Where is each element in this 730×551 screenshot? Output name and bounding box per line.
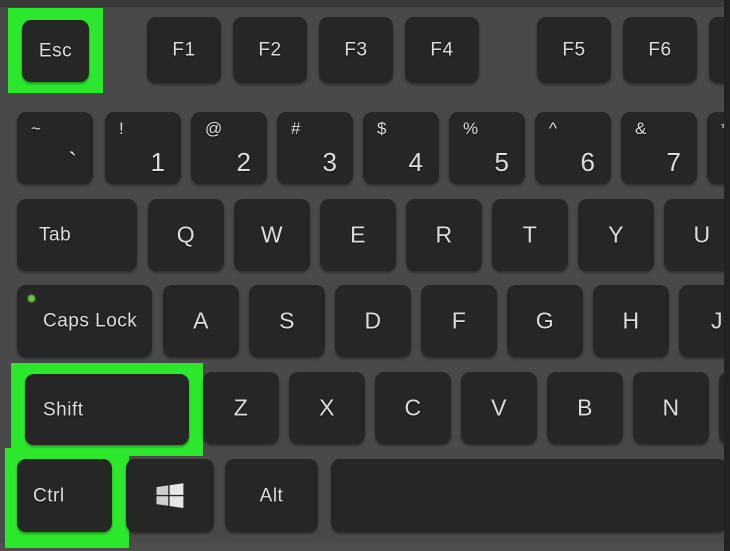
key-4-symbol: $ [377,119,387,138]
key-f3-label: F3 [344,39,368,61]
key-d-label: D [364,307,382,334]
key-e-label: E [350,221,366,248]
key-alt[interactable]: Alt [225,459,318,532]
key-3-number: 3 [322,147,337,177]
key-f5-label: F5 [562,39,586,61]
key-b-label: B [577,394,593,421]
keyboard-screenshot: Esc F1 F2 F3 F4 F5 F6 F 7 ~ ` ! 1 @ 2 # 3… [0,0,730,551]
caps-lock-led-icon [28,295,35,302]
key-q[interactable]: Q [148,199,224,271]
key-r-label: R [435,221,453,248]
key-j-label: J [711,307,723,334]
key-f4[interactable]: F4 [405,17,479,83]
key-backtick[interactable]: ~ ` [17,112,93,184]
key-1[interactable]: ! 1 [105,112,181,184]
key-u-label: U [693,221,711,248]
key-z-label: Z [233,394,249,421]
key-v[interactable]: V [461,372,537,444]
key-t-label: T [522,221,538,248]
key-t[interactable]: T [492,199,568,271]
key-q-label: Q [176,221,196,248]
key-6[interactable]: ^ 6 [535,112,611,184]
key-g-label: G [535,307,555,334]
key-windows[interactable] [126,459,214,532]
key-w-label: W [260,221,284,248]
key-h[interactable]: H [593,285,669,357]
key-esc[interactable]: Esc [22,20,89,82]
key-f2-label: F2 [258,39,282,61]
key-esc-label: Esc [38,40,73,62]
key-6-number: 6 [580,147,595,177]
key-1-symbol: ! [119,119,124,138]
key-s-label: S [279,307,295,334]
key-5-number: 5 [494,147,509,177]
key-ctrl-label: Ctrl [33,485,65,506]
key-7[interactable]: & 7 [621,112,697,184]
key-caps-lock[interactable]: Caps Lock [17,285,152,357]
key-n[interactable]: N [633,372,709,444]
key-f1[interactable]: F1 [147,17,221,83]
key-ctrl[interactable]: Ctrl [17,459,112,532]
windows-logo-icon [156,482,184,509]
key-space[interactable] [331,459,727,532]
key-f4-label: F4 [430,39,454,61]
key-h-label: H [622,307,640,334]
key-f1-label: F1 [172,39,196,61]
key-3[interactable]: # 3 [277,112,353,184]
key-s[interactable]: S [249,285,325,357]
key-shift[interactable]: Shift [25,374,189,445]
key-f2[interactable]: F2 [233,17,307,83]
key-5-symbol: % [463,119,479,138]
key-2-symbol: @ [205,119,223,138]
key-x[interactable]: X [289,372,365,444]
key-f6[interactable]: F6 [623,17,697,83]
key-6-symbol: ^ [549,119,557,138]
key-d[interactable]: D [335,285,411,357]
key-alt-label: Alt [259,485,284,506]
key-r[interactable]: R [406,199,482,271]
key-g[interactable]: G [507,285,583,357]
key-f5[interactable]: F5 [537,17,611,83]
key-f[interactable]: F [421,285,497,357]
key-2[interactable]: @ 2 [191,112,267,184]
key-e[interactable]: E [320,199,396,271]
key-y-label: Y [608,221,624,248]
keyboard-deck-top-edge [0,0,730,7]
key-w[interactable]: W [234,199,310,271]
key-a[interactable]: A [163,285,239,357]
key-b[interactable]: B [547,372,623,444]
key-3-symbol: # [291,119,301,138]
key-a-label: A [193,307,209,334]
key-z[interactable]: Z [203,372,279,444]
key-caps-lock-label: Caps Lock [43,310,138,332]
key-shift-label: Shift [43,399,84,420]
key-2-number: 2 [236,147,251,177]
key-7-symbol: & [635,119,647,138]
key-v-label: V [491,394,507,421]
key-1-number: 1 [150,147,165,177]
key-f3[interactable]: F3 [319,17,393,83]
key-tab[interactable]: Tab [17,199,137,271]
key-backtick-number: ` [68,147,77,177]
key-x-label: X [319,394,335,421]
key-tab-label: Tab [39,224,72,246]
key-7-number: 7 [666,147,681,177]
key-c[interactable]: C [375,372,451,444]
key-c-label: C [404,394,422,421]
key-4-number: 4 [408,147,423,177]
key-u[interactable]: U [664,199,730,271]
key-4[interactable]: $ 4 [363,112,439,184]
key-5[interactable]: % 5 [449,112,525,184]
key-y[interactable]: Y [578,199,654,271]
key-f6-label: F6 [648,39,672,61]
key-j[interactable]: J [679,285,730,357]
key-backtick-symbol: ~ [31,119,41,138]
keyboard-right-edge-shadow [724,0,730,551]
key-n-label: N [662,394,680,421]
key-f-label: F [451,307,467,334]
